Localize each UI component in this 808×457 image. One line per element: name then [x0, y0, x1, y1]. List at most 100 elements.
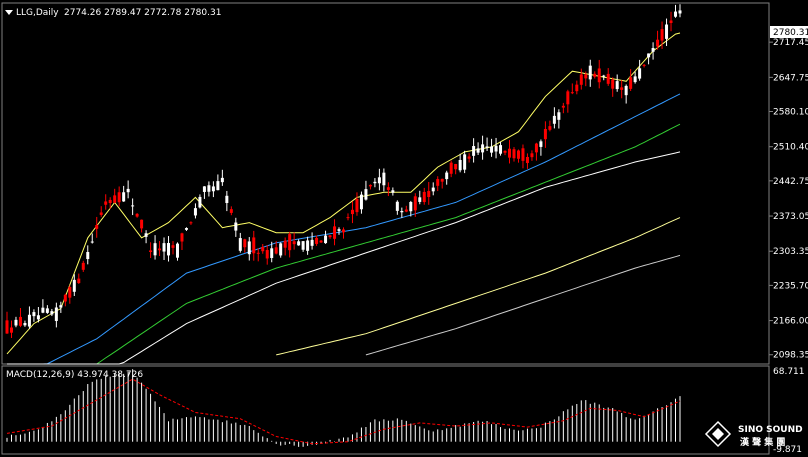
candle-body — [449, 162, 453, 174]
candle-body — [342, 229, 345, 233]
candle-body — [193, 208, 197, 216]
chart-symbol: LLG,Daily — [16, 8, 59, 18]
candle-body — [512, 149, 516, 159]
candle-body — [606, 73, 610, 84]
logo-name: SINO SOUND — [738, 425, 803, 435]
price-tick-label: 2580.10 — [773, 108, 808, 118]
candle-body — [36, 315, 40, 320]
candle-body — [391, 190, 395, 193]
price-tick-label: 2303.35 — [773, 247, 808, 257]
candle-body — [90, 241, 94, 243]
candle-body — [660, 29, 664, 41]
candle-body — [261, 246, 265, 252]
candle-body — [229, 209, 233, 213]
candle-body — [292, 241, 296, 245]
candle-body — [135, 213, 139, 217]
candle-body — [431, 187, 435, 192]
candle-body — [5, 320, 9, 334]
candle-body — [81, 262, 85, 270]
candle-body — [167, 243, 171, 256]
candle-body — [674, 11, 678, 17]
candle-body — [86, 252, 90, 260]
candle-body — [413, 196, 417, 211]
candle-body — [561, 105, 565, 108]
candle-body — [77, 278, 81, 284]
candle-body — [584, 74, 588, 79]
candle-body — [557, 112, 561, 120]
candle-body — [346, 217, 350, 219]
candle-body — [570, 92, 574, 94]
candle-body — [678, 10, 682, 14]
candle-body — [651, 48, 655, 52]
candle-body — [144, 233, 148, 237]
candle-body — [283, 240, 287, 248]
candle-body — [252, 237, 256, 254]
candle-body — [350, 209, 354, 215]
candle-body — [333, 226, 337, 239]
candle-body — [543, 129, 547, 140]
candle-body — [45, 308, 49, 313]
candle-body — [225, 195, 229, 204]
candle-body — [184, 228, 188, 230]
candle-body — [516, 150, 520, 159]
candle-body — [247, 241, 251, 255]
candle-body — [68, 286, 72, 298]
candle-body — [238, 238, 242, 251]
candle-body — [126, 188, 130, 193]
candle-body — [422, 191, 426, 203]
candle-body — [72, 279, 76, 292]
candle-body — [611, 79, 615, 89]
candle-body — [364, 189, 368, 200]
candle-body — [427, 190, 431, 197]
candle-body — [14, 319, 18, 326]
chart-ohlc: 2774.26 2789.47 2772.78 2780.31 — [64, 8, 221, 18]
price-tick-label: 2235.70 — [773, 281, 808, 291]
candle-body — [355, 198, 359, 213]
candle-body — [324, 235, 328, 244]
candle-body — [337, 229, 341, 231]
candle-body — [288, 234, 292, 251]
candle-body — [485, 146, 489, 148]
candle-body — [494, 145, 498, 152]
candle-body — [440, 178, 444, 182]
candle-body — [108, 199, 112, 204]
candle-body — [9, 327, 13, 333]
candle-body — [63, 294, 67, 302]
candle-body — [198, 196, 202, 208]
candle-body — [359, 194, 363, 210]
candle-body — [377, 177, 381, 184]
candle-body — [140, 219, 144, 229]
candle-body — [122, 192, 126, 202]
candle-body — [175, 243, 179, 258]
candle-body — [297, 241, 301, 246]
candle-body — [467, 156, 471, 159]
candle-body — [597, 68, 601, 83]
candle-body — [328, 235, 332, 238]
candle-body — [50, 311, 54, 315]
candle-body — [521, 148, 525, 161]
candle-body — [368, 184, 372, 187]
candle-body — [256, 252, 260, 254]
candle-body — [530, 153, 534, 158]
candle-body — [472, 146, 476, 156]
candle-body — [131, 205, 135, 207]
candle-body — [503, 150, 507, 153]
candle-body — [624, 85, 628, 96]
candle-body — [158, 248, 162, 251]
candle-body — [552, 115, 556, 124]
logo-subtitle: 漢 聲 集 團 — [740, 436, 785, 448]
candle-body — [602, 75, 606, 77]
candle-body — [409, 202, 413, 212]
candle-body — [211, 186, 215, 192]
candle-body — [171, 245, 175, 248]
candle-body — [207, 185, 211, 192]
candle-body — [202, 186, 206, 192]
candle-body — [620, 87, 624, 90]
candle-body — [117, 192, 121, 203]
candle-body — [642, 64, 646, 66]
candle-body — [18, 316, 22, 326]
candle-body — [454, 164, 458, 170]
candle-body — [216, 181, 220, 191]
candle-body — [319, 240, 323, 243]
candle-body — [638, 68, 642, 79]
